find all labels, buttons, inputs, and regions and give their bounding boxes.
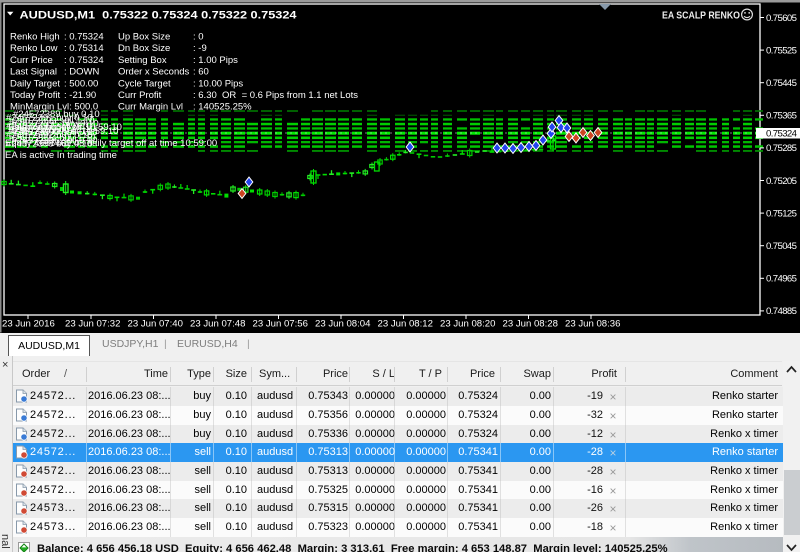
svg-text:Balance target off 10:59:10: Balance target off 10:59:10 bbox=[8, 122, 122, 133]
svg-text:23 Jun 07:48: 23 Jun 07:48 bbox=[190, 319, 245, 330]
svg-text:0.75045: 0.75045 bbox=[766, 241, 797, 252]
svg-text:Curr Margin Lvl: Curr Margin Lvl bbox=[118, 102, 183, 113]
svg-text:23 Jun 08:28: 23 Jun 08:28 bbox=[503, 319, 558, 330]
svg-text:Cycle Target: Cycle Target bbox=[118, 78, 171, 89]
svg-text:0.75365: 0.75365 bbox=[766, 111, 797, 122]
svg-text:Up Box Size: Up Box Size bbox=[118, 32, 170, 43]
svg-text:23 Jun 2016: 23 Jun 2016 bbox=[2, 319, 55, 330]
svg-text:: -9: : -9 bbox=[193, 43, 207, 54]
svg-text:: DOWN: : DOWN bbox=[64, 67, 99, 78]
svg-text:: 140525.25%: : 140525.25% bbox=[193, 102, 252, 113]
svg-text:: 500.00: : 500.00 bbox=[64, 78, 98, 89]
svg-text:Renko Low: Renko Low bbox=[10, 43, 58, 54]
svg-text:0.75605: 0.75605 bbox=[766, 13, 797, 24]
svg-text:: 1.00 Pips: : 1.00 Pips bbox=[193, 55, 238, 66]
svg-text:: -21.90: : -21.90 bbox=[64, 90, 96, 101]
svg-text:AUDUSD,M1 0.75322 0.75324 0.7: AUDUSD,M1 0.75322 0.75324 0.75322 0.7532… bbox=[20, 9, 298, 21]
svg-text:0.75324: 0.75324 bbox=[766, 129, 798, 140]
svg-text:0.75525: 0.75525 bbox=[766, 45, 797, 56]
svg-text:: 0.75324: : 0.75324 bbox=[64, 32, 104, 43]
svg-text:23 Jun 08:12: 23 Jun 08:12 bbox=[378, 319, 433, 330]
svg-text:Curr Profit: Curr Profit bbox=[118, 90, 162, 101]
svg-text:Daily Target: Daily Target bbox=[10, 78, 60, 89]
svg-text:0.75445: 0.75445 bbox=[766, 78, 797, 89]
svg-text:0.75125: 0.75125 bbox=[766, 208, 797, 219]
svg-text:23 Jun 08:04: 23 Jun 08:04 bbox=[315, 319, 371, 330]
svg-text:Equity 4656462.48 daily target: Equity 4656462.48 daily target off at ti… bbox=[5, 138, 217, 149]
svg-text:: 0: : 0 bbox=[193, 32, 204, 43]
svg-text:Order x Seconds: Order x Seconds bbox=[118, 67, 190, 78]
svg-text:: 60: : 60 bbox=[193, 67, 209, 78]
svg-text:0.74965: 0.74965 bbox=[766, 274, 797, 285]
svg-text:0.74885: 0.74885 bbox=[766, 306, 797, 317]
svg-text:0.75205: 0.75205 bbox=[766, 176, 797, 187]
svg-text:Dn Box Size: Dn Box Size bbox=[118, 43, 170, 54]
svg-text:23 Jun 07:32: 23 Jun 07:32 bbox=[65, 319, 120, 330]
svg-text:: 0.75324: : 0.75324 bbox=[64, 55, 104, 66]
svg-text:Renko High: Renko High bbox=[10, 32, 60, 43]
svg-text:EA SCALP RENKO: EA SCALP RENKO bbox=[662, 11, 740, 22]
svg-text:0.75285: 0.75285 bbox=[766, 143, 797, 154]
svg-text:Setting Box: Setting Box bbox=[118, 55, 167, 66]
svg-text:Curr Price: Curr Price bbox=[10, 55, 53, 66]
svg-text:23 Jun 08:36: 23 Jun 08:36 bbox=[565, 319, 620, 330]
svg-text:EA is active In trading time: EA is active In trading time bbox=[5, 150, 117, 161]
svg-text:23 Jun 07:40: 23 Jun 07:40 bbox=[128, 319, 183, 330]
svg-text:Today Profit: Today Profit bbox=[10, 90, 61, 101]
svg-text:: 6.30 OR = 0.6 Pips from 1.: : 6.30 OR = 0.6 Pips from 1.1 net Lots bbox=[193, 90, 358, 101]
svg-text:23 Jun 07:56: 23 Jun 07:56 bbox=[253, 319, 308, 330]
svg-text:: 0.75314: : 0.75314 bbox=[64, 43, 104, 54]
svg-text:: 10.00 Pips: : 10.00 Pips bbox=[193, 78, 243, 89]
svg-text:Last Signal: Last Signal bbox=[10, 67, 57, 78]
svg-text:23 Jun 08:20: 23 Jun 08:20 bbox=[440, 319, 495, 330]
